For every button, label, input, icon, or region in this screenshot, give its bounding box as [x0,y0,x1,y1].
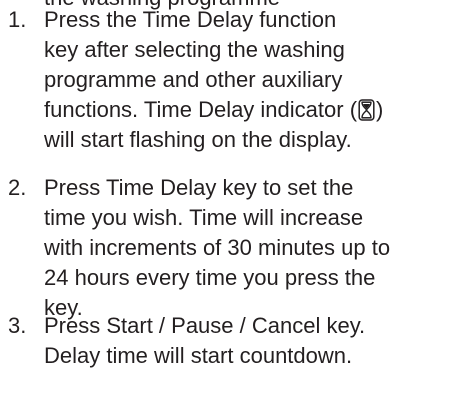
step-number: 3. [8,313,27,338]
step-line: programme and other auxiliary [44,67,343,92]
step-number: 2. [8,175,27,200]
step-number: 1. [8,7,27,32]
step-line: Delay time will start countdown. [44,343,353,368]
step-line-part: ) [376,97,384,122]
step-line: will start flashing on the display. [44,127,352,152]
step-line-with-icon: functions. Time Delay indicator ( ) [44,95,469,125]
step-line: key after selecting the washing [44,37,345,62]
hourglass-icon [358,99,375,121]
step-line: 24 hours every time you press the [44,265,376,290]
step-line: with increments of 30 minutes up to [44,235,391,260]
instruction-page: the washing programme 1. Press the Time … [0,0,476,399]
step-line: Press the Time Delay function [44,7,337,32]
step-text: Press Time Delay key to set the time you… [44,173,469,323]
step-line: Press Time Delay key to set the [44,175,354,200]
step-text: Press Start / Pause / Cancel key. Delay … [44,311,469,371]
step-line: time you wish. Time will increase [44,205,364,230]
step-text: Press the Time Delay function key after … [44,5,469,155]
step-line: Press Start / Pause / Cancel key. [44,313,366,338]
step-line-part: functions. Time Delay indicator ( [44,97,358,122]
